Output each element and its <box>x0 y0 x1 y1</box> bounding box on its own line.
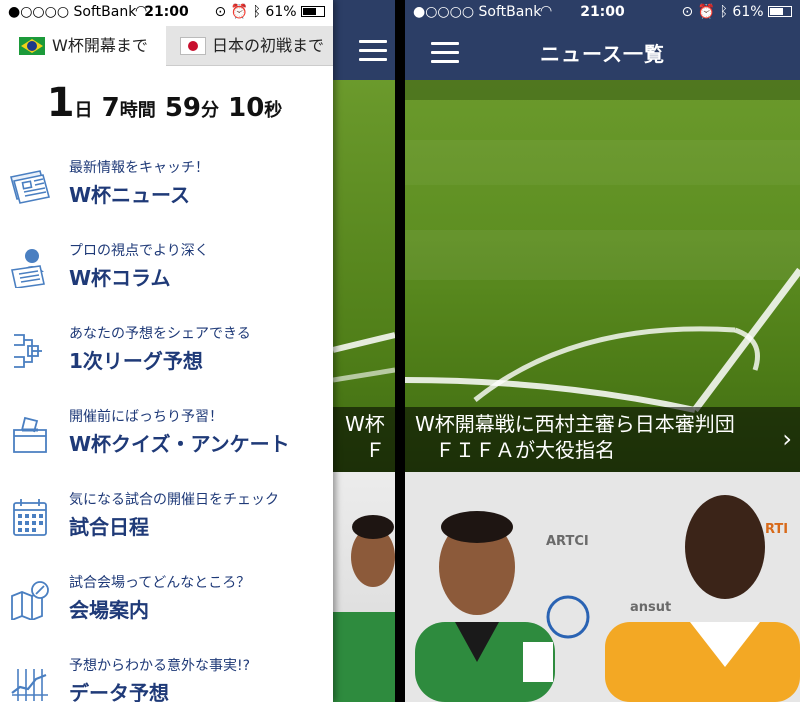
menu-item-title: 会場案内 <box>69 598 149 622</box>
menu-item-subtitle: 予想からわかる意外な事実!? <box>69 658 251 674</box>
tab-japan-first-match[interactable]: 日本の初戦まで <box>166 26 333 66</box>
menu-item-title: W杯クイズ・アンケート <box>69 432 290 456</box>
sponsor-logo: ARTCI <box>546 534 589 549</box>
news-item-press-photo[interactable]: ARTCI ansut RTI <box>405 472 800 702</box>
menu-item-column[interactable]: プロの視点でより深く W杯コラム <box>0 240 333 310</box>
menu-item-subtitle: 試合会場ってどんなところ？ <box>69 575 251 591</box>
countdown-hours: 7 <box>101 93 120 123</box>
battery-icon <box>301 6 325 17</box>
menu-item-schedule[interactable]: 気になる試合の開催日をチェック 試合日程 <box>0 489 333 559</box>
countdown-hours-unit: 時間 <box>119 100 156 121</box>
side-menu: ●○○○○ SoftBank ◠ 21:00 ⊙ ⏰ ᛒ 61% W杯開幕まで … <box>0 0 333 702</box>
navigation-bar: ニュース一覧 <box>405 26 800 80</box>
alarm-icon: ⏰ <box>230 4 249 20</box>
peek-field-photo: W杯 Ｆ <box>333 80 395 472</box>
rotation-lock-icon: ⊙ <box>681 4 694 20</box>
menu-item-data-prediction[interactable]: 予想からわかる意外な事実!? データ予想 <box>0 655 333 702</box>
page-title: ニュース一覧 <box>540 42 665 66</box>
tab-label: W杯開幕まで <box>52 36 148 55</box>
menu-item-title: W杯コラム <box>69 266 171 290</box>
menu-item-subtitle: 気になる試合の開催日をチェック <box>69 492 279 508</box>
bracket-icon <box>14 334 42 368</box>
brazil-flag-icon <box>19 37 45 55</box>
news-list-screen: ●○○○○ SoftBank ◠ 21:00 ⊙ ⏰ ᛒ 61% ニュース一覧 … <box>405 0 800 702</box>
bluetooth-icon: ᛒ <box>719 4 728 20</box>
map-compass-icon <box>11 581 49 620</box>
menu-item-subtitle: あなたの予想をシェアできる <box>69 326 251 342</box>
battery-percent: 61% <box>732 4 764 20</box>
press-conference-photo <box>405 472 800 702</box>
status-right: ⊙ ⏰ ᛒ 61% <box>681 4 792 20</box>
menu-item-venues[interactable]: 試合会場ってどんなところ？ 会場案内 <box>0 572 333 642</box>
battery-percent: 61% <box>265 4 297 20</box>
menu-item-group-prediction[interactable]: あなたの予想をシェアできる 1次リーグ予想 <box>0 323 333 393</box>
countdown-seconds-unit: 秒 <box>264 100 283 121</box>
tab-label: 日本の初戦まで <box>212 36 325 55</box>
menu-item-subtitle: 開催前にばっちり予習！ <box>69 409 223 425</box>
battery-icon <box>768 6 792 17</box>
menu-item-title: 試合日程 <box>69 515 149 539</box>
menu-item-subtitle: 最新情報をキャッチ！ <box>69 160 209 176</box>
menu-item-title: W杯ニュース <box>69 183 191 207</box>
status-right: ⊙ ⏰ ᛒ 61% <box>214 4 325 20</box>
menu-item-title: データ予想 <box>69 681 169 702</box>
sponsor-logo: ansut <box>630 600 672 615</box>
countdown-days-unit: 日 <box>74 100 93 121</box>
ballot-box-icon <box>13 416 47 453</box>
bluetooth-icon: ᛒ <box>252 4 261 20</box>
peek-news-page[interactable]: W杯 Ｆ <box>333 0 395 702</box>
japan-flag-icon <box>180 37 206 55</box>
menu-screen: W杯 Ｆ ●○○○○ SoftBank ◠ 21:00 ⊙ ⏰ ᛒ 61% W杯… <box>0 0 395 702</box>
peek-press-photo <box>333 472 395 702</box>
countdown-seconds: 10 <box>228 93 265 123</box>
menu-item-title: 1次リーグ予想 <box>69 349 203 373</box>
hamburger-icon[interactable] <box>359 40 387 62</box>
newspaper-icon <box>10 170 50 204</box>
status-bar: ●○○○○ SoftBank ◠ 21:00 ⊙ ⏰ ᛒ 61% <box>0 0 333 26</box>
chevron-right-icon: › <box>782 425 792 453</box>
menu-item-quiz[interactable]: 開催前にばっちり予習！ W杯クイズ・アンケート <box>0 406 333 476</box>
headline-overlay: W杯開幕戦に西村主審ら日本審判団 ＦＩＦＡが大役指名 › <box>405 407 800 472</box>
sponsor-logo: RTI <box>765 522 789 537</box>
news-headline: W杯開幕戦に西村主審ら日本審判団 ＦＩＦＡが大役指名 <box>415 412 735 462</box>
menu-item-news[interactable]: 最新情報をキャッチ！ W杯ニュース <box>0 157 333 227</box>
calendar-icon <box>13 499 47 536</box>
status-bar: ●○○○○ SoftBank ◠ 21:00 ⊙ ⏰ ᛒ 61% <box>405 0 800 26</box>
countdown-days: 1 <box>46 80 75 126</box>
countdown-timer: 1日 7時間 59分 10秒 <box>0 80 333 126</box>
rotation-lock-icon: ⊙ <box>214 4 227 20</box>
menu-item-subtitle: プロの視点でより深く <box>69 243 209 259</box>
countdown-minutes: 59 <box>164 93 202 123</box>
peek-navbar <box>333 0 395 80</box>
news-item-featured[interactable]: W杯開幕戦に西村主審ら日本審判団 ＦＩＦＡが大役指名 › <box>405 80 800 472</box>
peek-headline: W杯 Ｆ <box>345 412 385 462</box>
peek-headline-bar: W杯 Ｆ <box>333 407 395 472</box>
alarm-icon: ⏰ <box>697 4 716 20</box>
tab-world-cup-opening[interactable]: W杯開幕まで <box>0 26 166 66</box>
columnist-icon <box>11 249 45 288</box>
countdown-tabs: W杯開幕まで 日本の初戦まで <box>0 26 333 66</box>
countdown-minutes-unit: 分 <box>201 100 220 121</box>
line-chart-icon <box>11 669 48 701</box>
